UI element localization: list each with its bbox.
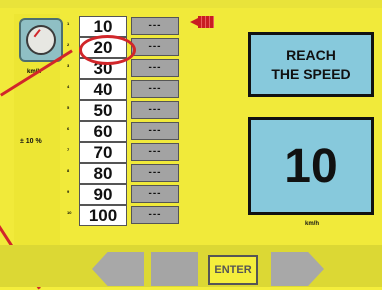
top-strip [0, 0, 382, 8]
target-speed-display: 10 [248, 117, 374, 215]
red-arrow-indicator-icon [190, 15, 216, 29]
speed-row[interactable]: 6 60 --- [67, 121, 187, 142]
speed-result: --- [131, 122, 179, 140]
reach-the-speed-panel: REACH THE SPEED [248, 32, 374, 97]
speed-result: --- [131, 17, 179, 35]
speed-value[interactable]: 40 [79, 79, 127, 100]
reach-the-speed-title: REACH THE SPEED [271, 46, 351, 82]
speed-value[interactable]: 60 [79, 121, 127, 142]
row-index: 9 [67, 189, 70, 194]
speed-value[interactable]: 80 [79, 163, 127, 184]
speedometer-icon [19, 18, 63, 62]
speed-value[interactable]: 10 [79, 16, 127, 37]
speed-result: --- [131, 38, 179, 56]
speed-row[interactable]: 4 40 --- [67, 79, 187, 100]
row-index: 8 [67, 168, 70, 173]
speed-row[interactable]: 9 90 --- [67, 184, 187, 205]
speed-result: --- [131, 80, 179, 98]
speed-result: --- [131, 59, 179, 77]
highlight-circle [79, 35, 136, 65]
row-index: 10 [67, 210, 72, 215]
speed-result: --- [131, 206, 179, 224]
speed-result: --- [131, 143, 179, 161]
middle-button[interactable] [151, 252, 198, 286]
speed-value[interactable]: 50 [79, 100, 127, 121]
speed-row[interactable]: 1 10 --- [67, 16, 187, 37]
speedometer-dial [26, 25, 56, 55]
tolerance-label: ± 10 % [20, 138, 42, 145]
speed-row[interactable]: 7 70 --- [67, 142, 187, 163]
speed-result: --- [131, 164, 179, 182]
target-speed-unit: km/h [305, 221, 320, 227]
row-index: 5 [67, 105, 70, 110]
speed-value[interactable]: 90 [79, 184, 127, 205]
marker-bars [198, 16, 214, 28]
speed-row[interactable]: 5 50 --- [67, 100, 187, 121]
row-index: 6 [67, 126, 70, 131]
enter-button[interactable]: ENTER [208, 255, 258, 285]
row-index: 1 [67, 21, 70, 26]
speed-row[interactable]: 3 30 --- [67, 58, 187, 79]
row-index: 7 [67, 147, 70, 152]
speed-row[interactable]: 8 80 --- [67, 163, 187, 184]
marker-arrow [190, 18, 198, 26]
speed-row[interactable]: 10 100 --- [67, 205, 187, 226]
row-index: 2 [67, 42, 70, 47]
speed-value[interactable]: 70 [79, 142, 127, 163]
speed-value[interactable]: 100 [79, 205, 127, 226]
speed-result: --- [131, 185, 179, 203]
speed-result: --- [131, 101, 179, 119]
row-index: 3 [67, 63, 70, 68]
target-speed-value: 10 [284, 139, 338, 193]
row-index: 4 [67, 84, 70, 89]
